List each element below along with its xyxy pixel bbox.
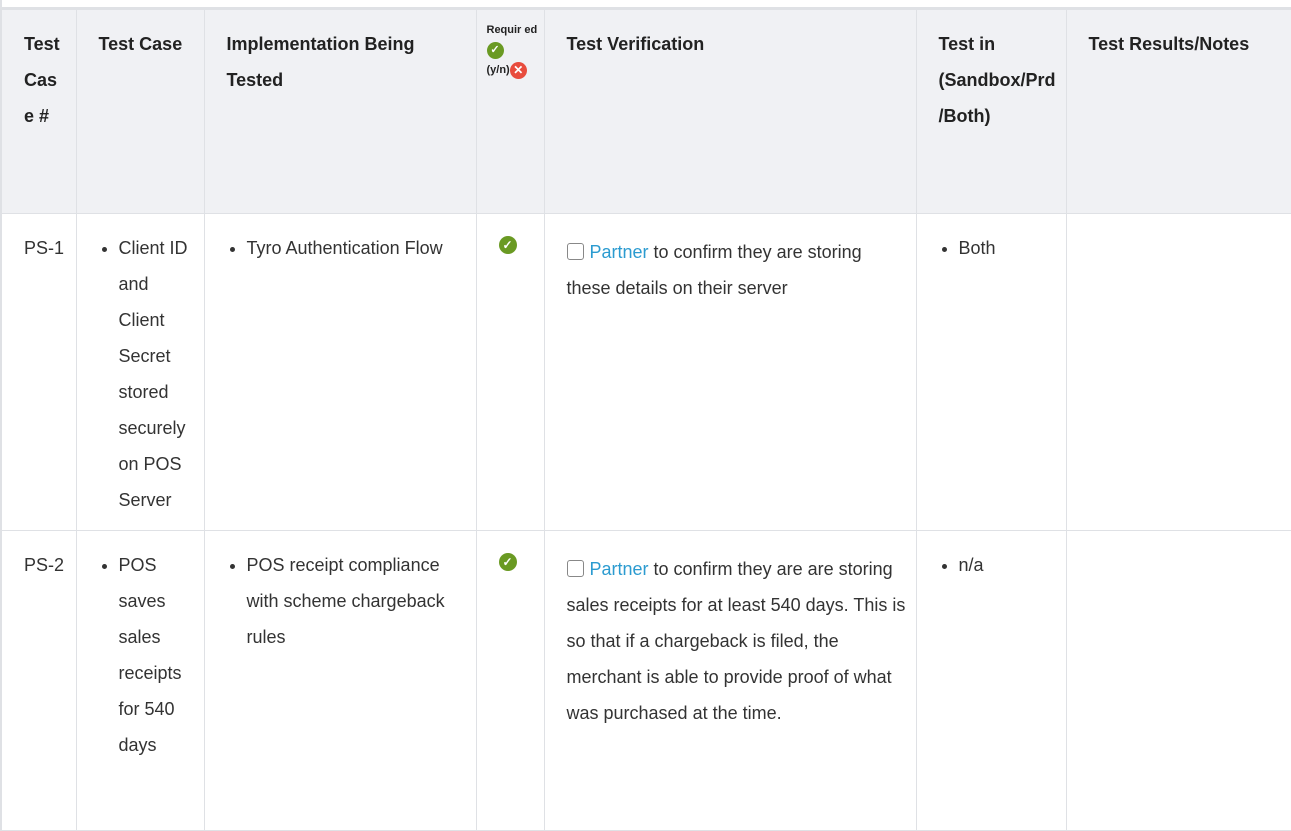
check-circle-icon: ✓ (498, 236, 517, 255)
header-required: Requir ed ✓ (y/n) ✕ (475, 9, 545, 214)
header-case-number: Test Case # (0, 9, 77, 214)
implementation-item: POS receipt compliance with scheme charg… (247, 547, 466, 655)
header-required-label: Requir ed (486, 24, 538, 36)
page: Test Case # Test Case Implementation Bei… (0, 0, 1291, 831)
results-cell[interactable] (1065, 213, 1291, 531)
test-in-item: n/a (959, 547, 1056, 583)
table-top-rule (0, 0, 1291, 9)
test-case-item: Client ID and Client Secret stored secur… (119, 230, 194, 518)
header-implementation: Implementation Being Tested (203, 9, 477, 214)
test-case-table: Test Case # Test Case Implementation Bei… (0, 9, 1291, 831)
test-case-item: POS saves sales receipts for 540 days (119, 547, 194, 763)
header-test-case: Test Case (75, 9, 205, 214)
check-circle-icon: ✓ (498, 553, 517, 572)
results-cell[interactable] (1065, 530, 1291, 831)
verification-checkbox[interactable] (566, 560, 584, 577)
test-in-cell: Both (915, 213, 1067, 531)
header-test-in: Test in (Sandbox/Prd/Both) (915, 9, 1067, 214)
check-circle-icon: ✓ (486, 41, 504, 59)
verification-checkbox[interactable] (566, 243, 584, 260)
partner-link[interactable]: Partner (590, 559, 649, 579)
x-circle-icon: ✕ (509, 61, 527, 79)
table-header-row: Test Case # Test Case Implementation Bei… (0, 9, 1291, 214)
header-required-yn: (y/n) (486, 64, 510, 76)
header-results: Test Results/Notes (1065, 9, 1291, 214)
test-in-cell: n/a (915, 530, 1067, 831)
table-row: PS-1 Client ID and Client Secret stored … (0, 213, 1291, 531)
verification-cell: Partner to confirm they are are storing … (543, 530, 917, 831)
required-cell: ✓ (475, 213, 545, 531)
verification-text: to confirm they are are storing sales re… (566, 559, 906, 723)
partner-link[interactable]: Partner (590, 242, 649, 262)
required-cell: ✓ (475, 530, 545, 831)
verification-cell: Partner to confirm they are storing thes… (543, 213, 917, 531)
header-verification: Test Verification (543, 9, 917, 214)
case-number-cell: PS-2 (0, 530, 77, 831)
implementation-cell: Tyro Authentication Flow (203, 213, 477, 531)
test-in-item: Both (959, 230, 1056, 266)
table-row: PS-2 POS saves sales receipts for 540 da… (0, 530, 1291, 831)
test-case-cell: POS saves sales receipts for 540 days (75, 530, 205, 831)
test-case-cell: Client ID and Client Secret stored secur… (75, 213, 205, 531)
case-number-cell: PS-1 (0, 213, 77, 531)
implementation-item: Tyro Authentication Flow (247, 230, 466, 266)
implementation-cell: POS receipt compliance with scheme charg… (203, 530, 477, 831)
